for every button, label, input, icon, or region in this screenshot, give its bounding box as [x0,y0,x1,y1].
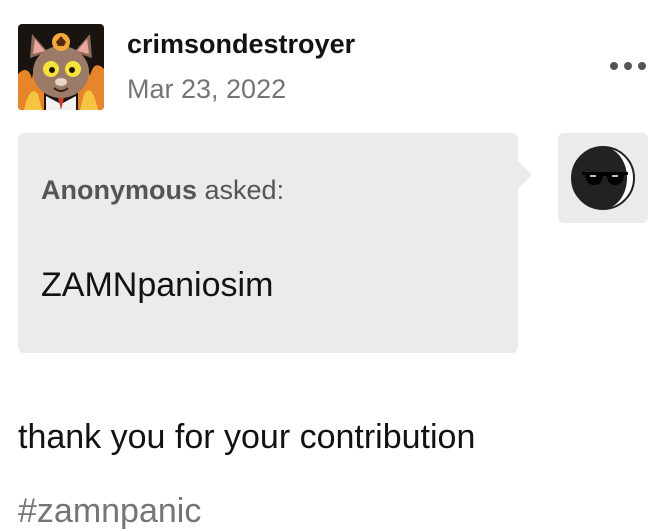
blog-avatar[interactable] [18,24,104,110]
post-header: crimsondestroyer Mar 23, 2022 [0,0,667,120]
post-date[interactable]: Mar 23, 2022 [127,74,286,105]
more-dots-icon [610,62,618,70]
asker-avatar[interactable] [558,133,648,223]
ask-question: ZAMNpaniosim [41,266,274,304]
cat-character-avatar-icon [18,24,104,110]
more-dots-icon [624,62,632,70]
anonymous-sunglasses-avatar-icon [571,146,635,210]
asker-name[interactable]: Anonymous [41,175,197,205]
post-tag[interactable]: #zamnpanic [18,492,201,531]
blog-name-link[interactable]: crimsondestroyer [127,29,355,60]
more-options-button[interactable] [604,54,652,78]
ask-bubble: Anonymous asked: ZAMNpaniosim [18,133,532,353]
ask-label: Anonymous asked: [41,175,284,206]
more-dots-icon [638,62,646,70]
answer-text: thank you for your contribution [18,418,476,456]
asked-suffix: asked: [197,175,285,205]
